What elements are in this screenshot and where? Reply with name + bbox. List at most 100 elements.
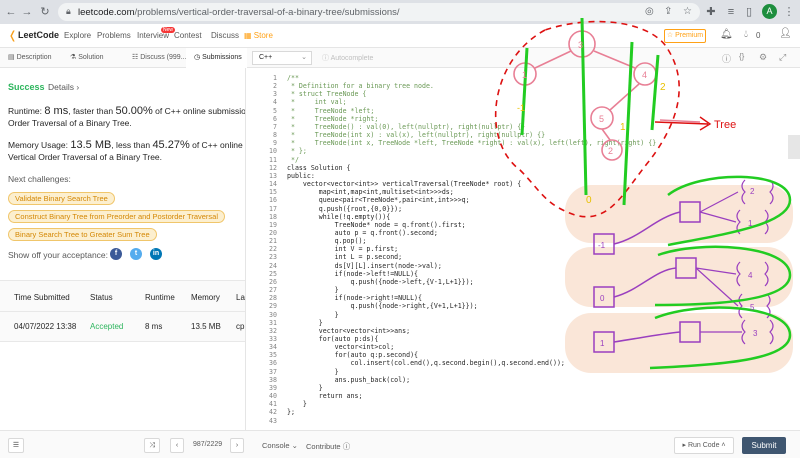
code-line[interactable]: vector<vector<int>> verticalTraversal(Tr… (287, 180, 656, 188)
language-select[interactable]: C++ ⌄ (252, 51, 312, 65)
linkedin-icon[interactable]: in (150, 248, 162, 260)
address-bar[interactable]: 🔒︎ leetcode.com/problems/vertical-order-… (58, 3, 700, 21)
code-text[interactable]: /** * Definition for a binary tree node.… (287, 74, 656, 425)
code-line[interactable]: for(auto q:p.second){ (287, 351, 656, 359)
nav-discuss[interactable]: Discuss (211, 31, 239, 40)
bookmark-star-icon[interactable]: ☆ (683, 6, 692, 17)
code-line[interactable]: q.push({node->right,{V+1,L+1}}); (287, 302, 656, 310)
code-line[interactable]: return ans; (287, 392, 656, 400)
back-arrow-icon[interactable]: ← (4, 5, 18, 19)
code-line[interactable]: ans.push_back(col); (287, 376, 656, 384)
browser-menu-icon[interactable]: ⋮ (782, 5, 796, 19)
code-line[interactable]: q.push({node->left,{V-1,L+1}}); (287, 278, 656, 286)
code-line[interactable]: * struct TreeNode { (287, 90, 656, 98)
code-line[interactable]: /** (287, 74, 656, 82)
notification-bell-icon[interactable]: 🔔︎ (720, 29, 733, 40)
leetcode-logo[interactable]: ❬LeetCode (8, 29, 59, 42)
share-icon[interactable]: ⇪ (664, 6, 672, 17)
info-icon[interactable]: ⓘ (722, 52, 731, 65)
settings-gear-icon[interactable]: ⚙ (759, 52, 767, 63)
code-line[interactable]: int L = p.second; (287, 253, 656, 261)
code-line[interactable]: } (287, 319, 656, 327)
code-line[interactable]: } (287, 384, 656, 392)
code-line[interactable]: map<int,map<int,multiset<int>>>ds; (287, 188, 656, 196)
twitter-icon[interactable]: t (130, 248, 142, 260)
sidebar-icon[interactable]: ▯ (742, 5, 756, 19)
prev-problem-button[interactable]: ‹ (170, 438, 184, 453)
line-number: 40 (269, 392, 277, 401)
code-line[interactable]: * }; (287, 147, 656, 155)
code-line[interactable]: q.pop(); (287, 237, 656, 245)
table-row[interactable]: 04/07/2022 13:38 Accepted 8 ms 13.5 MB c… (0, 312, 245, 342)
line-number: 17 (269, 204, 277, 213)
autocomplete-toggle[interactable]: ⓘ Autocomplete (322, 53, 373, 63)
code-line[interactable]: * int val; (287, 98, 656, 106)
run-code-button[interactable]: ▸ Run Code ˄ (674, 437, 734, 454)
tab-solution[interactable]: ⚗︎ Solution (62, 48, 122, 68)
tab-description[interactable]: ▤ Description (0, 48, 60, 68)
profile-avatar[interactable]: A (762, 4, 777, 19)
code-line[interactable]: int V = p.first; (287, 245, 656, 253)
code-line[interactable]: public: (287, 172, 656, 180)
google-lens-icon[interactable]: ◎ (645, 6, 654, 17)
problem-list-icon[interactable]: ☰ (8, 438, 24, 453)
forward-arrow-icon[interactable]: → (20, 5, 34, 19)
shuffle-icon[interactable]: ⤨ (144, 438, 160, 453)
code-line[interactable]: vector<int>col; (287, 343, 656, 351)
code-line[interactable]: */ (287, 156, 656, 164)
submit-button[interactable]: Submit (742, 437, 786, 454)
code-line[interactable]: TreeNode* node = q.front().first; (287, 221, 656, 229)
code-line[interactable]: for(auto p:ds){ (287, 335, 656, 343)
code-line[interactable]: * TreeNode(int x) : val(x), left(nullptr… (287, 131, 656, 139)
console-button[interactable]: Console ⌄ (262, 441, 298, 450)
code-line[interactable]: * TreeNode() : val(0), left(nullptr), ri… (287, 123, 656, 131)
details-link[interactable]: Details › (48, 82, 79, 92)
code-line[interactable]: if(node->left!=NULL){ (287, 270, 656, 278)
nav-problems[interactable]: Problems (97, 31, 131, 40)
code-line[interactable]: class Solution { (287, 164, 656, 172)
contribute-button[interactable]: Contribute ⓘ (306, 441, 350, 452)
code-line[interactable]: vector<vector<int>>ans; (287, 327, 656, 335)
code-line[interactable]: } (287, 286, 656, 294)
code-line[interactable]: } (287, 368, 656, 376)
code-line[interactable]: } (287, 400, 656, 408)
tab-submissions[interactable]: ◷ Submissions (186, 48, 246, 68)
challenge-tag[interactable]: Construct Binary Tree from Preorder and … (8, 210, 225, 223)
code-line[interactable] (287, 417, 656, 425)
status-success: Success (8, 82, 45, 92)
tab-discuss[interactable]: ☷ Discuss (999... (124, 48, 187, 68)
code-editor[interactable]: 1 2 3 4 5 6 7 8 9 10 11 12 13 14 15 16 17 18 19 20 21 22 23 24 2… (247, 68, 800, 430)
next-problem-button[interactable]: › (230, 438, 244, 453)
media-icon[interactable]: ≡ (724, 5, 738, 19)
code-line[interactable]: if(node->right!=NULL){ (287, 294, 656, 302)
code-line[interactable]: col.insert(col.end(),q.second.begin(),q.… (287, 359, 656, 367)
line-numbers: 1 2 3 4 5 6 7 8 9 10 11 12 13 14 15 16 17 18 19 20 21 22 23 24 2… (247, 74, 277, 425)
challenge-tag[interactable]: Validate Binary Search Tree (8, 192, 115, 205)
nav-explore[interactable]: Explore (64, 31, 91, 40)
code-line[interactable]: * TreeNode(int x, TreeNode *left, TreeNo… (287, 139, 656, 147)
code-line[interactable]: * Definition for a binary tree node. (287, 82, 656, 90)
braces-icon[interactable]: {} (739, 52, 744, 61)
nav-store[interactable]: ▦ Store (244, 31, 273, 40)
premium-button[interactable]: ☆ Premium (664, 29, 706, 43)
code-line[interactable]: } (287, 311, 656, 319)
code-line[interactable]: * TreeNode *left; (287, 107, 656, 115)
row-status[interactable]: Accepted (90, 322, 123, 331)
code-line[interactable]: auto p = q.front().second; (287, 229, 656, 237)
code-line[interactable]: while(!q.empty()){ (287, 213, 656, 221)
code-line[interactable]: queue<pair<TreeNode*,pair<int,int>>>q; (287, 196, 656, 204)
side-panel-toggle[interactable] (788, 135, 800, 159)
extensions-icon[interactable]: ✚ (704, 5, 718, 19)
nav-contest[interactable]: Contest (174, 31, 202, 40)
code-line[interactable]: q.push({root,{0,0}}); (287, 205, 656, 213)
line-number: 25 (269, 269, 277, 278)
code-line[interactable]: }; (287, 408, 656, 416)
fullscreen-icon[interactable]: ⤢ (779, 52, 786, 63)
coin-icon[interactable]: 💧︎ (744, 29, 748, 40)
code-line[interactable]: * TreeNode *right; (287, 115, 656, 123)
code-line[interactable]: ds[V][L].insert(node->val); (287, 262, 656, 270)
user-icon[interactable]: 👤︎ (779, 28, 792, 39)
facebook-icon[interactable]: f (110, 248, 122, 260)
challenge-tag[interactable]: Binary Search Tree to Greater Sum Tree (8, 228, 157, 241)
reload-icon[interactable]: ↻ (38, 5, 52, 19)
